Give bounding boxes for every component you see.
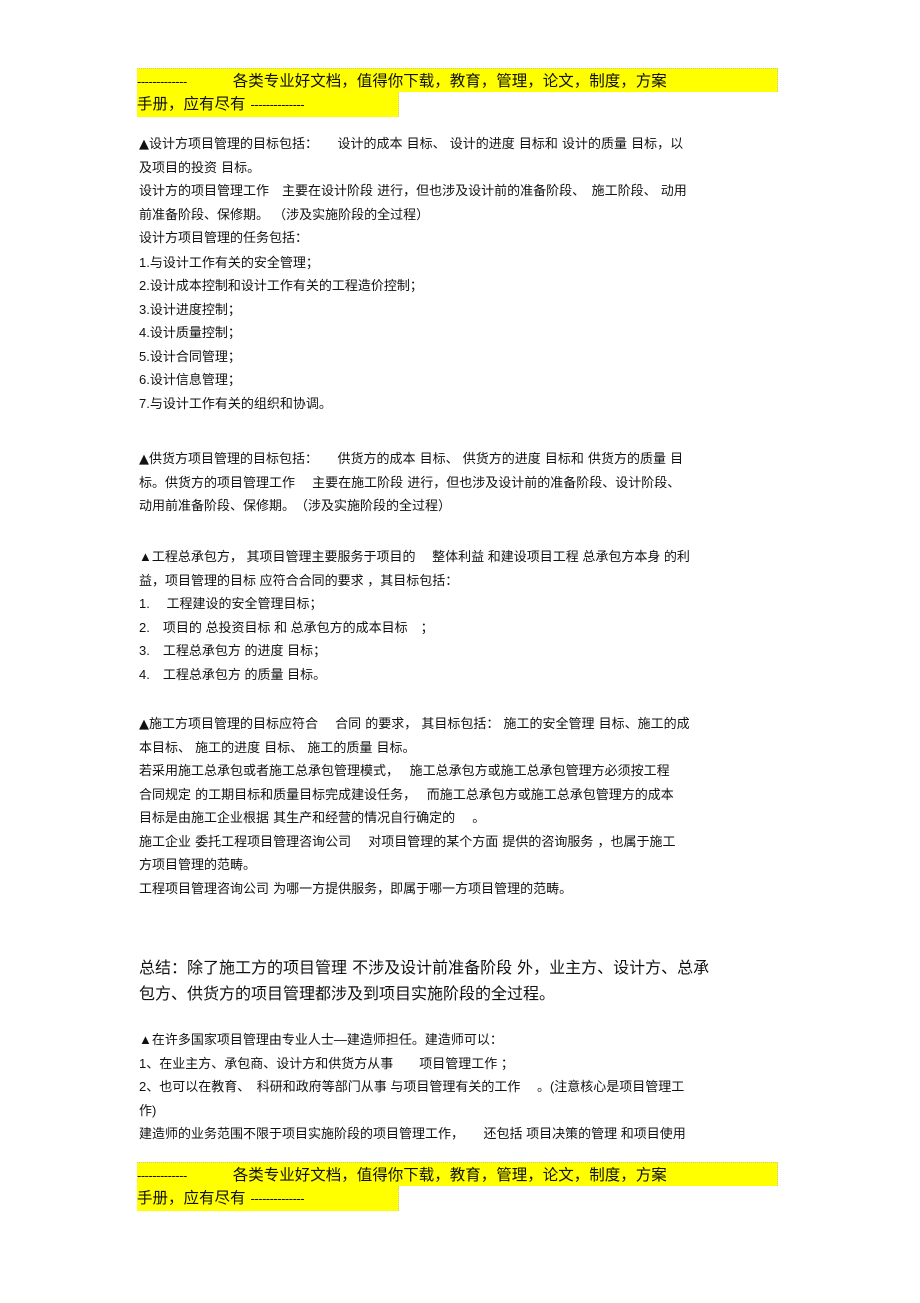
list-item: 5.设计合同管理； (139, 348, 241, 364)
text-line: 及项目的投资 目标。 (139, 160, 261, 176)
text-line: ▲供货方项目管理的目标包括： 供货方的成本 目标、 供货方的进度 目标和 供货方… (139, 452, 684, 467)
contractor-section: ▲工程总承包方， 其项目管理主要服务于项目的 整体利益 和建设项目工程 总承包方… (139, 545, 779, 686)
text-line: 2、也可以在教育、 科研和政府等部门从事 与项目管理有关的工作 。(注意核心是项… (139, 1079, 685, 1094)
text-line: 作) (139, 1102, 157, 1118)
list-item: 2. 项目的 总投资目标 和 总承包方的成本目标 ； (139, 619, 434, 635)
text-line: ▲施工方项目管理的目标应符合 合同 的要求， 其目标包括： 施工的安全管理 目标… (139, 717, 690, 732)
text-line: 方项目管理的范畴。 (139, 858, 257, 873)
text-line: 标。供货方的项目管理工作 主要在施工阶段 进行，但也涉及设计前的准备阶段、设计阶… (139, 475, 681, 491)
text-line: 本目标、 施工的进度 目标、 施工的质量 目标。 (139, 740, 416, 756)
text-line: 合同规定 的工期目标和质量目标完成建设任务， 而施工总承包方或施工总承包管理方的… (139, 787, 674, 803)
banner-line-1: ------------- 各类专业好文档，值得你下载，教育，管理，论文，制度，方… (137, 68, 778, 92)
text-line: 前准备阶段、保修期。 （涉及实施阶段的全过程） (139, 207, 430, 223)
text-line: ▲工程总承包方， 其项目管理主要服务于项目的 整体利益 和建设项目工程 总承包方… (139, 549, 690, 564)
text-line: 1、在业主方、承包商、设计方和供货方从事 项目管理工作 ； (139, 1055, 514, 1071)
supplier-section: ▲供货方项目管理的目标包括： 供货方的成本 目标、 供货方的进度 目标和 供货方… (139, 448, 779, 519)
list-item: 4.设计质量控制； (139, 325, 241, 340)
list-item: 6.设计信息管理； (139, 372, 241, 387)
text-line: 益，项目管理的目标 应符合合同的要求 ，其目标包括： (139, 572, 459, 588)
design-section: ▲设计方项目管理的目标包括： 设计的成本 目标、 设计的进度 目标和 设计的质量… (139, 133, 779, 415)
text-line: 施工企业 委托工程项目管理咨询公司 对项目管理的某个方面 提供的咨询服务 ，也属… (139, 834, 676, 850)
text-line: 目标是由施工企业根据 其生产和经营的情况自行确定的 。 (139, 811, 486, 826)
text-line: 设计方项目管理的任务包括： (139, 231, 309, 246)
summary-section: 总结：除了施工方的项目管理 不涉及设计前准备阶段 外，业主方、设计方、总承 包方… (139, 955, 779, 1007)
text-line: ▲设计方项目管理的目标包括： 设计的成本 目标、 设计的进度 目标和 设计的质量… (139, 137, 684, 152)
banner-dash-left: ------------- (137, 74, 187, 89)
banner-line-2: 手册，应有尽有 -------------- (137, 1186, 399, 1211)
constructor-section: ▲在许多国家项目管理由专业人士—建造师担任。建造师可以： 1、在业主方、承包商、… (139, 1028, 779, 1146)
construction-section: ▲施工方项目管理的目标应符合 合同 的要求， 其目标包括： 施工的安全管理 目标… (139, 713, 779, 901)
text-line: 设计方的项目管理工作 主要在设计阶段 进行，但也涉及设计前的准备阶段、 施工阶段… (139, 184, 687, 199)
banner-text-1: 各类专业好文档，值得你下载，教育，管理，论文，制度，方案 (232, 1166, 667, 1184)
footer-banner: ------------- 各类专业好文档，值得你下载，教育，管理，论文，制度，方… (137, 1162, 778, 1211)
header-banner: ------------- 各类专业好文档，值得你下载，教育，管理，论文，制度，方… (137, 68, 778, 117)
list-item: 3.设计进度控制； (139, 301, 241, 317)
list-item: 1. 工程建设的安全管理目标； (139, 596, 323, 611)
text-line: 工程项目管理咨询公司 为哪一方提供服务，即属于哪一方项目管理的范畴。 (139, 881, 573, 897)
list-item: 3. 工程总承包方 的进度 目标； (139, 643, 327, 658)
banner-dash-left: ------------- (137, 1168, 187, 1183)
list-item: 4. 工程总承包方 的质量 目标。 (139, 666, 327, 682)
banner-line-2: 手册，应有尽有 -------------- (137, 92, 399, 117)
text-line: 若采用施工总承包或者施工总承包管理模式， 施工总承包方或施工总承包管理方必须按工… (139, 764, 670, 779)
list-item: 7.与设计工作有关的组织和协调。 (139, 395, 332, 411)
banner-text-1: 各类专业好文档，值得你下载，教育，管理，论文，制度，方案 (232, 72, 667, 90)
banner-dash-right: -------------- (250, 97, 305, 112)
text-line: 动用前准备阶段、保修期。 （涉及实施阶段的全过程） (139, 499, 452, 514)
banner-line-1: ------------- 各类专业好文档，值得你下载，教育，管理，论文，制度，方… (137, 1162, 778, 1186)
text-line: ▲在许多国家项目管理由专业人士—建造师担任。建造师可以： (139, 1032, 503, 1047)
list-item: 2.设计成本控制和设计工作有关的工程造价控制； (139, 278, 423, 293)
list-item: 1.与设计工作有关的安全管理； (139, 254, 319, 270)
summary-line: 包方、供货方的项目管理都涉及到项目实施阶段的全过程。 (139, 984, 556, 1003)
banner-dash-right: -------------- (250, 1191, 305, 1206)
text-line: 建造师的业务范围不限于项目实施阶段的项目管理工作， 还包括 项目决策的管理 和项… (139, 1126, 686, 1141)
banner-text-2: 手册，应有尽有 (137, 1189, 246, 1207)
banner-text-2: 手册，应有尽有 (137, 95, 246, 113)
summary-line: 总结：除了施工方的项目管理 不涉及设计前准备阶段 外，业主方、设计方、总承 (139, 958, 710, 977)
